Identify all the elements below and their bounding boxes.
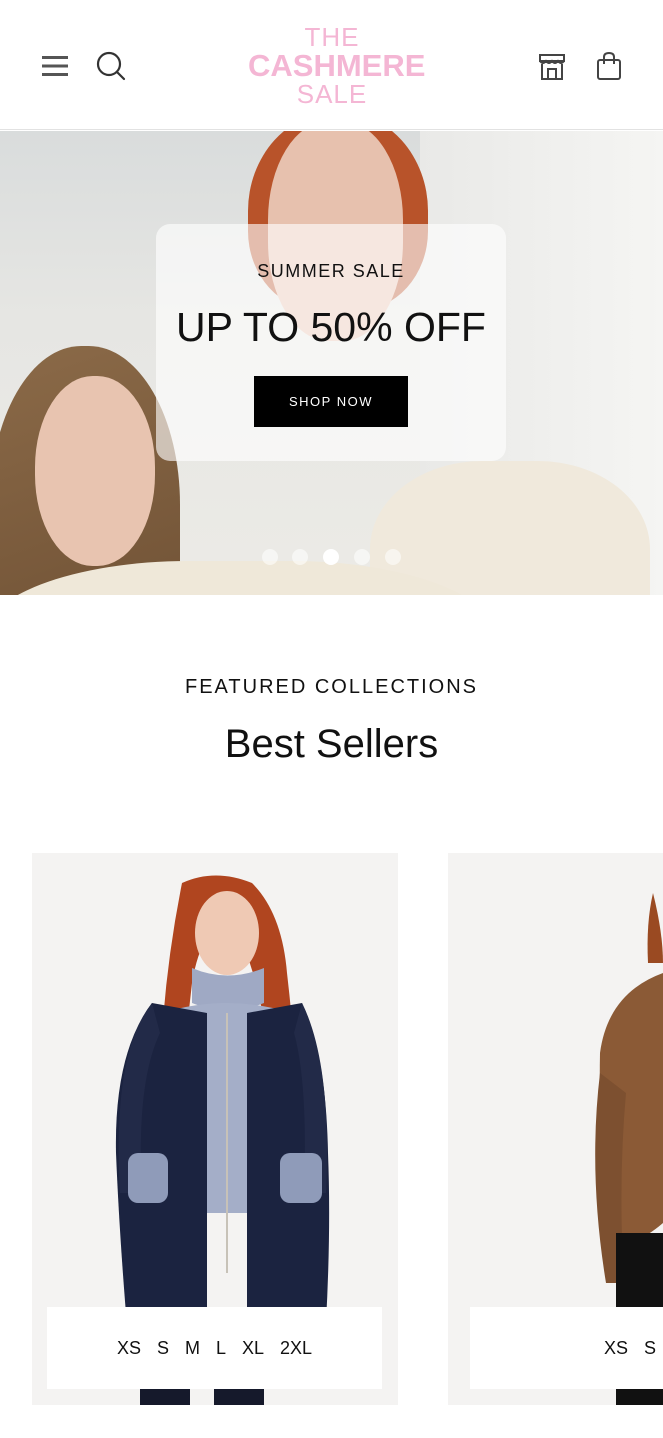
menu-icon: [42, 56, 68, 76]
size-option[interactable]: S: [636, 1338, 663, 1359]
size-selector: XS S: [470, 1307, 663, 1389]
logo-line-2: CASHMERE: [248, 48, 426, 83]
hero-carousel[interactable]: SUMMER SALE UP TO 50% OFF SHOP NOW: [0, 131, 663, 595]
carousel-dot-2[interactable]: [292, 549, 308, 565]
site-header: THE CASHMERE SALE: [0, 0, 663, 130]
carousel-dots: [254, 549, 414, 569]
product-card[interactable]: XS S M L XL 2XL: [32, 853, 398, 1405]
hero-image-detail: [35, 376, 155, 566]
section-eyebrow: FEATURED COLLECTIONS: [185, 676, 478, 698]
shopping-bag-icon: [597, 51, 621, 80]
product-card[interactable]: XS S: [448, 853, 663, 1405]
shop-now-button[interactable]: SHOP NOW: [254, 376, 408, 427]
size-option[interactable]: M: [177, 1338, 208, 1359]
size-option[interactable]: 2XL: [272, 1338, 320, 1359]
promo-card: SUMMER SALE UP TO 50% OFF SHOP NOW: [156, 224, 506, 461]
size-option[interactable]: XL: [234, 1338, 272, 1359]
store-icon: [539, 54, 565, 80]
carousel-dot-3[interactable]: [323, 549, 339, 565]
carousel-dot-1[interactable]: [262, 549, 278, 565]
carousel-dot-5[interactable]: [385, 549, 401, 565]
cart-button[interactable]: [587, 44, 631, 88]
logo-line-1: THE: [304, 22, 360, 52]
menu-button[interactable]: [33, 44, 77, 88]
size-selector: XS S M L XL 2XL: [47, 1307, 382, 1389]
size-option[interactable]: L: [208, 1338, 234, 1359]
carousel-dot-4[interactable]: [354, 549, 370, 565]
promo-headline: UP TO 50% OFF: [176, 304, 486, 350]
brand-logo[interactable]: THE CASHMERE SALE: [248, 22, 426, 110]
search-icon: [96, 51, 126, 81]
size-option[interactable]: XS: [596, 1338, 636, 1359]
store-locator-button[interactable]: [530, 44, 574, 88]
section-title: Best Sellers: [224, 722, 439, 766]
search-button[interactable]: [89, 44, 133, 88]
logo-line-3: SALE: [296, 79, 368, 109]
promo-eyebrow: SUMMER SALE: [257, 261, 405, 281]
size-option[interactable]: S: [149, 1338, 177, 1359]
size-option[interactable]: XS: [109, 1338, 149, 1359]
